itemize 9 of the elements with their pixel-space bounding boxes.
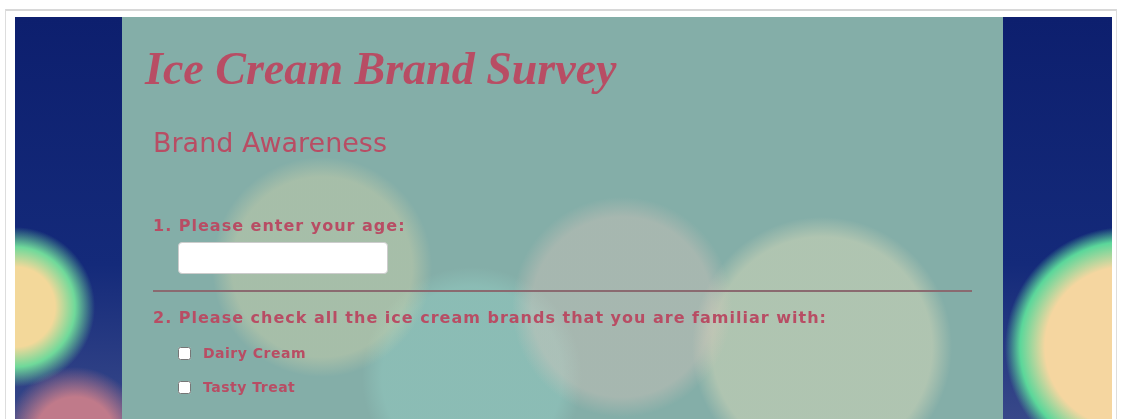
survey-title: Ice Cream Brand Survey: [145, 42, 618, 96]
age-input-field[interactable]: [178, 242, 388, 274]
brand-option-label: Dairy Cream: [203, 345, 306, 361]
brand-option-label: Tasty Treat: [203, 379, 296, 395]
section-heading: Brand Awareness: [153, 127, 388, 158]
question-label: 1. Please enter your age:: [153, 216, 407, 235]
brand-checkbox[interactable]: [178, 346, 191, 360]
brand-checkbox[interactable]: [178, 380, 191, 394]
question-label: 2. Please check all the ice cream brands that you are familiar with:: [153, 308, 828, 327]
